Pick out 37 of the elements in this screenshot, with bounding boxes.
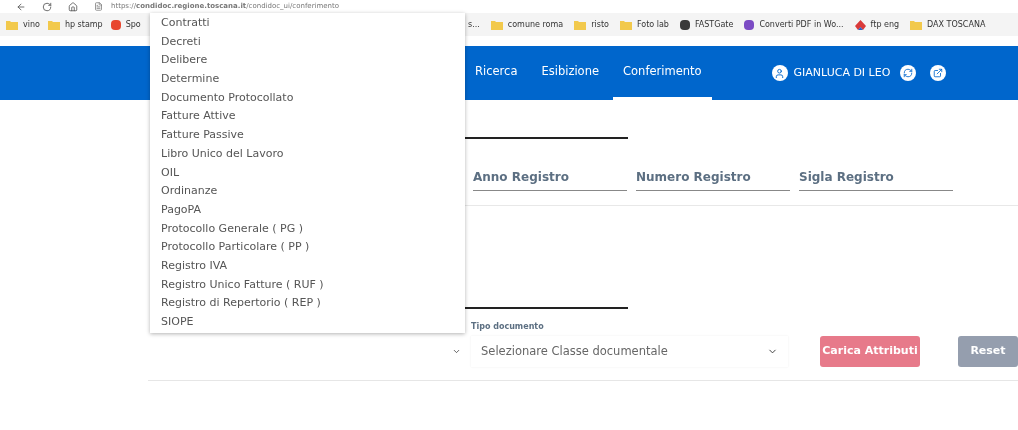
- registry-field[interactable]: Numero Registro: [636, 163, 790, 191]
- nav-tab[interactable]: Ricerca: [465, 46, 528, 100]
- dropdown-option[interactable]: Protocollo Particolare ( PP ): [150, 238, 465, 257]
- registry-field[interactable]: Sigla Registro: [799, 163, 953, 191]
- bookmark[interactable]: ftp eng: [854, 18, 900, 31]
- document-type-select[interactable]: Selezionare Classe documentale: [471, 336, 788, 367]
- bookmark[interactable]: Converti PDF in Wo...: [744, 18, 844, 31]
- dropdown-option[interactable]: Ordinanze: [150, 182, 465, 201]
- dropdown-option[interactable]: Documento Protocollato: [150, 88, 465, 108]
- dropdown-option[interactable]: Protocollo Generale ( PG ): [150, 219, 465, 239]
- bookmark[interactable]: Spo: [110, 18, 141, 31]
- bookmark[interactable]: comune roma: [490, 18, 564, 31]
- dropdown-option[interactable]: Libro Unico del Lavoro: [150, 144, 465, 164]
- dropdown-option[interactable]: Fatture Attive: [150, 107, 465, 127]
- nav-tab[interactable]: Conferimento: [613, 46, 712, 100]
- dropdown-option[interactable]: SIOPE: [150, 313, 465, 332]
- dropdown-option[interactable]: Fatture Passive: [150, 126, 465, 145]
- registry-field[interactable]: Anno Registro: [473, 163, 627, 191]
- dropdown-option[interactable]: PagoPA: [150, 200, 465, 220]
- dropdown-option[interactable]: Registro Unico Fatture ( RUF ): [150, 275, 465, 295]
- dropdown-option[interactable]: Determine: [150, 70, 465, 89]
- field-label: Tipo documento: [471, 321, 545, 333]
- user-name[interactable]: GIANLUCA DI LEO: [793, 64, 891, 82]
- nav-tab[interactable]: Esibizione: [531, 46, 610, 100]
- dropdown-option[interactable]: Delibere: [150, 51, 465, 71]
- dropdown-option[interactable]: Decreti: [150, 32, 465, 52]
- bookmark[interactable]: FASTGate: [679, 18, 734, 31]
- dropdown-option[interactable]: Registro IVA: [150, 256, 465, 276]
- bookmark[interactable]: risto: [574, 18, 609, 31]
- dropdown-option[interactable]: Contratti: [150, 14, 465, 33]
- bookmark[interactable]: vino: [6, 18, 40, 31]
- bookmark[interactable]: hp stamp: [47, 18, 103, 31]
- dropdown-option[interactable]: Registro di Repertorio ( REP ): [150, 294, 465, 313]
- bookmark[interactable]: s...: [468, 18, 480, 31]
- bookmark[interactable]: Foto lab: [619, 18, 669, 31]
- bookmark[interactable]: DAX TOSCANA: [910, 18, 986, 31]
- dropdown-option[interactable]: OIL: [150, 163, 465, 183]
